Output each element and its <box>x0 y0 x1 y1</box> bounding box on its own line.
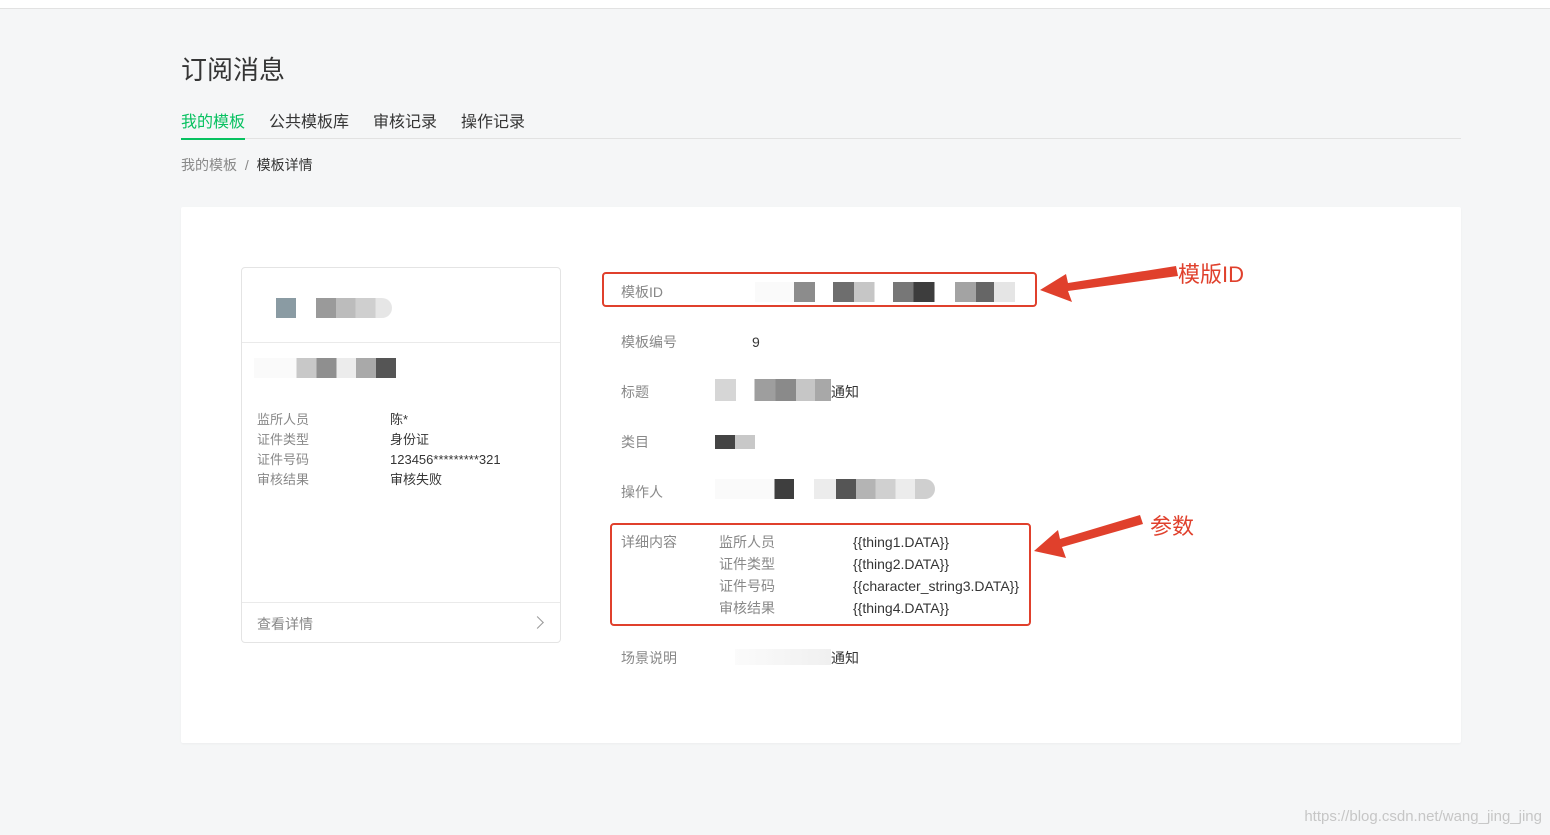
watermark: https://blog.csdn.net/wang_jing_jing <box>1304 808 1542 825</box>
params-arrow-icon <box>1034 515 1143 558</box>
template-id-arrow-icon <box>1040 266 1178 302</box>
annotation-arrows <box>1034 266 1178 558</box>
template-id-annotation: 模版ID <box>1178 262 1245 287</box>
params-annotation: 参数 <box>1150 514 1195 539</box>
